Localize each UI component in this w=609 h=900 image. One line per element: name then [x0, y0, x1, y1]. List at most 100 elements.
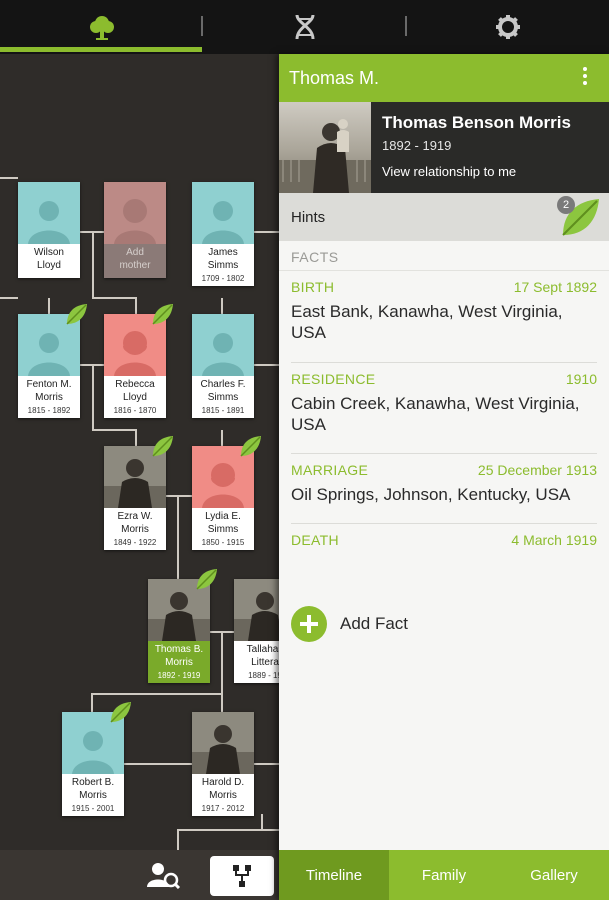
gear-icon	[495, 15, 520, 39]
view-relationship-link[interactable]: View relationship to me	[382, 164, 516, 179]
person-name-line1: Charles F.	[200, 379, 246, 390]
hint-leaf-icon[interactable]	[64, 302, 88, 326]
person-name-line2: Simms	[207, 392, 239, 403]
person-name: Harold D. Morris	[192, 774, 254, 803]
person-name-line2: Morris	[35, 392, 63, 403]
person-years: 1892 - 1919	[157, 671, 201, 680]
person-years: 1816 - 1870	[113, 406, 157, 415]
person-card-robert[interactable]: Robert B. Morris 1915 - 2001	[62, 712, 124, 816]
person-name: Tallahas Litterа	[234, 641, 280, 670]
person-name-line1: Thomas B.	[154, 644, 204, 655]
plus-icon	[291, 606, 327, 642]
person-name-line2: Litterа	[251, 657, 279, 668]
fact-place: Cabin Creek, Kanawha, West Virginia, USA	[291, 394, 580, 434]
fact-date: 17 Sept 1892	[513, 279, 597, 295]
person-name-line2: Lloyd	[37, 260, 61, 271]
hints-row[interactable]: Hints 2	[279, 193, 609, 241]
person-card-lydia[interactable]: Lydia E. Simms 1850 - 1915	[192, 446, 254, 550]
person-name-line2: Morris	[79, 790, 107, 801]
fact-date: 25 December 1913	[477, 462, 597, 478]
panel-tab-bar: Timeline Family Gallery	[279, 850, 609, 900]
person-name-line1: Rebecca	[115, 379, 155, 390]
person-name-line2: Simms	[207, 524, 239, 535]
person-name: Rebecca Lloyd	[104, 376, 166, 405]
person-name-line1: James	[208, 247, 238, 258]
tab-tree[interactable]	[0, 0, 203, 54]
person-name-line2: Lloyd	[123, 392, 147, 403]
person-detail-panel: Thomas M. Thomas Benson Morris 1892 - 19…	[279, 54, 609, 900]
family-tree-canvas[interactable]: Wilson Lloyd Add mother James Simms 1709 - 180…	[0, 54, 280, 850]
fact-date: 4 March 1919	[511, 532, 597, 548]
person-card-harold[interactable]: Harold D. Morris 1917 - 2012	[192, 712, 254, 816]
person-silhouette-icon	[192, 182, 254, 244]
person-photo	[234, 579, 280, 641]
tree-icon	[89, 16, 114, 40]
tab-timeline[interactable]: Timeline	[279, 850, 389, 900]
fact-type: MARRIAGE	[291, 462, 369, 478]
hint-leaf-icon[interactable]	[150, 302, 174, 326]
overflow-menu-icon[interactable]	[581, 67, 589, 89]
fact-item[interactable]: MARRIAGE 25 December 1913 Oil Springs, J…	[291, 454, 597, 524]
fact-place: Oil Springs, Johnson, Kentucky, USA	[291, 485, 571, 504]
person-years: 1849 - 1922	[113, 538, 157, 547]
person-name-line1: Ezra W.	[117, 511, 153, 522]
person-name-line2: mother	[119, 260, 151, 271]
person-name: Wilson Lloyd	[18, 244, 80, 278]
person-silhouette-icon	[104, 182, 166, 244]
hint-leaf-icon[interactable]	[150, 434, 174, 458]
fact-type: DEATH	[291, 532, 339, 548]
hint-leaf-icon[interactable]	[108, 700, 132, 724]
person-years: 1915 - 2001	[71, 804, 115, 813]
person-name: James Simms	[192, 244, 254, 273]
person-years: 1850 - 1915	[201, 538, 245, 547]
person-name-line1: Add	[126, 247, 144, 258]
person-name-line2: Morris	[121, 524, 149, 535]
person-name-line1: Lydia E.	[205, 511, 241, 522]
person-card-thomas[interactable]: Thomas B. Morris 1892 - 1919	[148, 579, 210, 683]
tree-view-toggle-button[interactable]	[210, 856, 274, 896]
add-fact-label: Add Fact	[340, 614, 409, 633]
tab-dna[interactable]	[203, 0, 406, 54]
person-name: Robert B. Morris	[62, 774, 124, 803]
person-card-wilson[interactable]: Wilson Lloyd	[18, 182, 80, 278]
fact-date: 1910	[565, 371, 597, 387]
person-name-line2: Morris	[209, 790, 237, 801]
hint-leaf-icon[interactable]	[194, 567, 218, 591]
person-card-charles[interactable]: Charles F. Simms 1815 - 1891	[192, 314, 254, 418]
dna-icon	[295, 14, 314, 40]
hint-leaf-icon[interactable]	[238, 434, 262, 458]
person-card-james[interactable]: James Simms 1709 - 1802	[192, 182, 254, 286]
profile-photo[interactable]	[279, 102, 371, 193]
person-photo-silhouette	[279, 119, 371, 193]
profile-summary: Thomas Benson Morris 1892 - 1919 View re…	[279, 102, 609, 193]
person-life-dates: 1892 - 1919	[382, 138, 452, 153]
person-card-tallahas[interactable]: Tallahas Litterа 1889 - 19	[234, 579, 280, 683]
panel-title: Thomas M.	[289, 68, 380, 88]
person-card-fenton[interactable]: Fenton M. Morris 1815 - 1892	[18, 314, 80, 418]
person-name: Ezra W. Morris	[104, 508, 166, 537]
person-silhouette-icon	[18, 182, 80, 244]
person-name-line1: Robert B.	[71, 777, 115, 788]
facts-heading: FACTS	[291, 249, 339, 265]
active-tab-indicator	[0, 47, 202, 52]
person-full-name: Thomas Benson Morris	[382, 113, 571, 132]
person-name-line2: Morris	[165, 657, 193, 668]
person-card-ezra[interactable]: Ezra W. Morris 1849 - 1922	[104, 446, 166, 550]
add-fact-button[interactable]: Add Fact	[291, 606, 408, 642]
person-name: Add mother	[104, 244, 166, 278]
tab-gallery[interactable]: Gallery	[499, 850, 609, 900]
fact-item[interactable]: DEATH 4 March 1919	[291, 524, 597, 564]
person-card-rebecca[interactable]: Rebecca Lloyd 1816 - 1870	[104, 314, 166, 418]
person-silhouette-icon	[192, 314, 254, 376]
person-years: 1917 - 2012	[201, 804, 245, 813]
panel-header: Thomas M.	[279, 54, 609, 102]
person-card-addmother[interactable]: Add mother	[104, 182, 166, 278]
fact-item[interactable]: RESIDENCE 1910 Cabin Creek, Kanawha, Wes…	[291, 363, 597, 454]
tab-settings[interactable]	[406, 0, 609, 54]
pedigree-view-icon	[233, 865, 251, 887]
person-name-line1: Fenton M.	[26, 379, 72, 390]
hints-count-badge: 2	[557, 196, 575, 214]
tab-family[interactable]: Family	[389, 850, 499, 900]
find-person-button[interactable]	[146, 860, 182, 890]
fact-item[interactable]: BIRTH 17 Sept 1892 East Bank, Kanawha, W…	[291, 271, 597, 363]
